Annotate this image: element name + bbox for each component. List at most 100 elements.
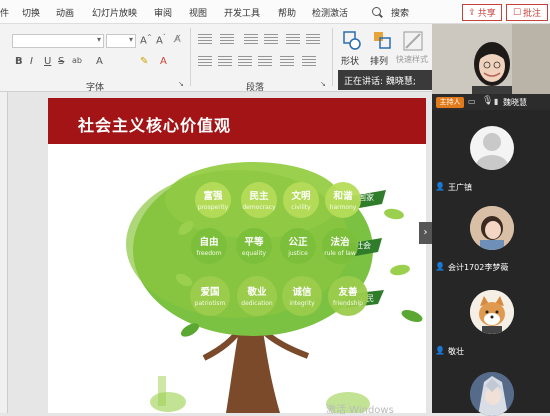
clear-format-icon[interactable]: A̸ <box>174 34 181 45</box>
activation-watermark: 激活 Windows <box>326 405 394 416</box>
change-case-button[interactable]: A <box>96 56 103 67</box>
justify-icon[interactable] <box>258 56 272 66</box>
leaf <box>390 264 410 276</box>
bold-button[interactable]: B <box>15 56 23 67</box>
participant-avatar[interactable] <box>470 206 514 250</box>
default-user-icon <box>476 133 508 170</box>
slide-title-band: 社会主义核心价值观 <box>48 98 426 144</box>
menu-animations[interactable]: 动画 <box>56 6 74 19</box>
share-icon: ⇪ <box>468 7 476 18</box>
italic-button[interactable]: I <box>30 56 33 67</box>
quick-styles-label[interactable]: 快速样式 <box>396 54 428 65</box>
value-en-label: patriotism <box>195 300 226 307</box>
font-family-select[interactable] <box>12 34 104 48</box>
participant-name: 王广镇 <box>448 183 472 192</box>
underline-button[interactable]: U <box>44 56 51 67</box>
increase-indent-icon[interactable] <box>264 34 278 44</box>
participant-avatar[interactable] <box>470 372 514 416</box>
menu-help[interactable]: 帮助 <box>278 6 296 19</box>
value-cn-label: 爱国 <box>200 286 219 298</box>
char-spacing-button[interactable]: ab <box>72 56 82 65</box>
microphone-icon[interactable]: 🎙 <box>482 96 493 106</box>
font-size-select[interactable] <box>106 34 136 48</box>
value-cn-label: 友善 <box>337 286 358 298</box>
decrease-indent-icon[interactable] <box>244 34 258 44</box>
arrange-icon[interactable] <box>372 30 392 52</box>
participant-icon: 👤 <box>435 262 445 271</box>
value-cn-label: 敬业 <box>246 286 267 298</box>
menu-activation-check[interactable]: 检测激活 <box>312 6 348 19</box>
bullets-icon[interactable] <box>198 34 212 44</box>
value-en-label: freedom <box>196 250 221 257</box>
bush <box>150 392 186 412</box>
collapse-panel-button[interactable]: › <box>419 222 432 244</box>
anime-character-avatar <box>470 372 514 416</box>
leaf <box>384 208 404 220</box>
participant-icon: 👤 <box>435 346 445 355</box>
value-en-label: democracy <box>242 204 276 211</box>
value-cn-label: 平等 <box>244 236 264 248</box>
align-right-icon[interactable] <box>238 56 252 66</box>
value-en-label: prosperity <box>198 204 229 211</box>
value-en-label: integrity <box>289 300 315 307</box>
value-cn-label: 文明 <box>290 190 311 202</box>
slide-canvas[interactable]: 社会主义核心价值观 国家 社会 公民 富强prosperity民主democra… <box>48 98 426 413</box>
quick-styles-icon[interactable] <box>402 30 424 52</box>
menu-item-file-partial[interactable]: 件 <box>0 6 9 19</box>
speaking-indicator: 正在讲话: 魏晓慧; <box>338 70 432 90</box>
menu-review[interactable]: 审阅 <box>154 6 172 19</box>
slide-thumbnail-panel[interactable] <box>0 92 8 413</box>
volume-icon: ▮ <box>494 97 499 106</box>
comment-icon: ☐ <box>512 7 522 18</box>
font-color-icon[interactable]: A <box>160 56 167 67</box>
value-cn-label: 法治 <box>330 236 350 248</box>
leaf <box>401 309 423 323</box>
slide-title: 社会主义核心价值观 <box>78 116 232 135</box>
highlight-color-icon[interactable]: ✎ <box>140 56 148 67</box>
participant-avatar[interactable] <box>470 126 514 170</box>
search-icon[interactable] <box>372 7 381 16</box>
speaker-name: 魏晓慧 <box>503 98 527 107</box>
value-cn-label: 公正 <box>288 237 308 248</box>
search-label[interactable]: 搜索 <box>391 6 409 19</box>
value-en-label: civility <box>291 204 311 211</box>
decrease-font-size-button[interactable]: Aˇ <box>156 34 166 46</box>
menu-slideshow[interactable]: 幻灯片放映 <box>92 6 137 19</box>
speaker-video-feed[interactable] <box>432 24 550 94</box>
speaker-portrait <box>432 24 550 94</box>
increase-font-size-button[interactable]: A^ <box>140 34 152 46</box>
arrange-label[interactable]: 排列 <box>370 54 388 67</box>
participant-icon: 👤 <box>435 182 445 191</box>
participant-photo <box>470 206 514 250</box>
group-separator <box>332 28 333 86</box>
shapes-icon[interactable] <box>342 30 362 52</box>
align-left-icon[interactable] <box>198 56 212 66</box>
font-dialog-launcher[interactable]: ↘ <box>178 80 184 88</box>
shapes-label[interactable]: 形状 <box>341 54 359 67</box>
group-separator <box>190 28 191 86</box>
menu-transitions[interactable]: 切换 <box>22 6 40 19</box>
align-center-icon[interactable] <box>218 56 232 66</box>
menu-bar: 件 切换 动画 幻灯片放映 审阅 视图 开发工具 帮助 检测激活 搜索 ⇪ 共享… <box>0 0 550 24</box>
participant-avatar[interactable] <box>470 290 514 334</box>
menu-view[interactable]: 视图 <box>189 6 207 19</box>
line-spacing-icon[interactable] <box>286 34 300 44</box>
value-cn-label: 富强 <box>203 190 223 202</box>
shiba-dog-avatar <box>470 290 514 334</box>
value-tree-illustration: 国家 社会 公民 富强prosperity民主democracy文明civili… <box>126 162 423 413</box>
menu-developer[interactable]: 开发工具 <box>224 6 260 19</box>
comments-button[interactable]: ☐ 批注 <box>506 4 548 21</box>
strikethrough-button[interactable]: S <box>58 56 64 67</box>
numbering-icon[interactable] <box>220 34 234 44</box>
value-en-label: dedication <box>241 300 273 307</box>
value-en-label: equality <box>242 250 267 257</box>
value-en-label: rule of law <box>324 250 356 257</box>
value-cn-label: 民主 <box>249 190 269 202</box>
text-direction-icon[interactable] <box>280 56 294 66</box>
columns-icon[interactable] <box>306 34 320 44</box>
share-button[interactable]: ⇪ 共享 <box>462 4 502 21</box>
paragraph-dialog-launcher[interactable]: ↘ <box>320 80 326 88</box>
align-text-icon[interactable] <box>302 56 316 66</box>
participant-name: 会计1702李梦薇 <box>448 263 509 272</box>
value-cn-label: 自由 <box>199 236 218 248</box>
